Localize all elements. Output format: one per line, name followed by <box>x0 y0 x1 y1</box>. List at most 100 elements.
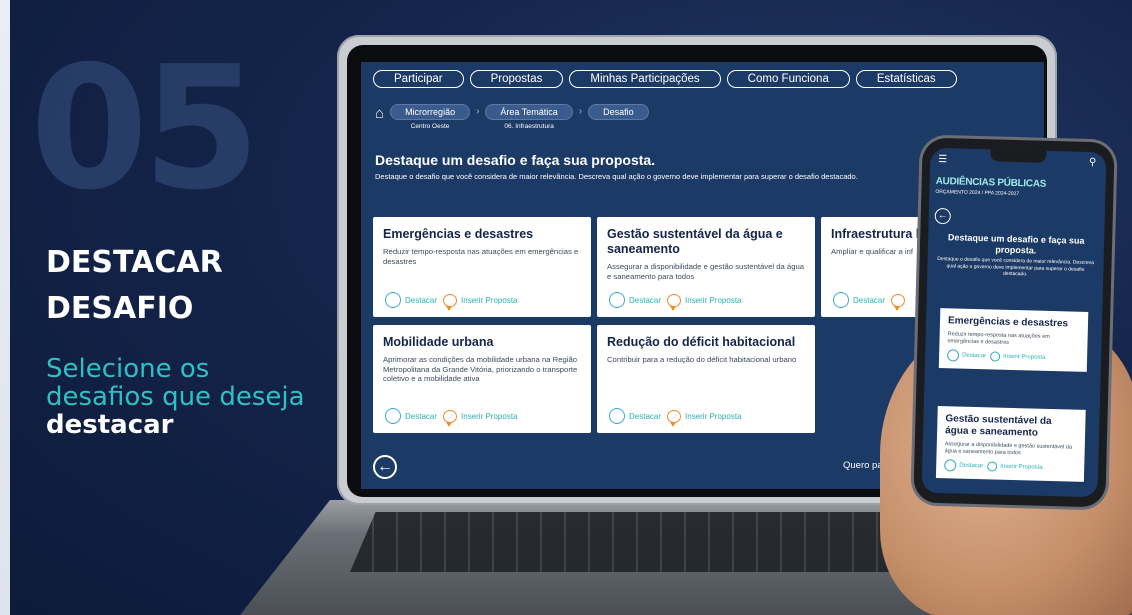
home-icon[interactable]: ⌂ <box>375 105 384 122</box>
slide-title-line2: DESAFIO <box>46 291 194 326</box>
slide-number: 05 <box>30 30 261 228</box>
card-title: Gestão sustentável da água e saneamento <box>607 227 783 256</box>
back-arrow-icon[interactable]: ← <box>934 207 951 225</box>
card-title: Redução do déficit habitacional <box>607 335 796 349</box>
slide-subtitle-bold: destacar <box>46 410 174 440</box>
nav-estatisticas[interactable]: Estatísticas <box>855 70 957 88</box>
nav-minhas-participacoes[interactable]: Minhas Participações <box>569 70 721 88</box>
insert-proposal-label: Inserir Proposta <box>1000 463 1043 471</box>
smartphone: ☰ ⚲ AUDIÊNCIAS PÚBLICAS ORÇAMENTO 2024 /… <box>913 137 1115 508</box>
speech-bubble-icon <box>667 409 682 427</box>
highlight-button[interactable]: Destacar <box>944 458 984 472</box>
card-actions: Destacar Inserir Proposta <box>385 408 518 427</box>
circle-icon <box>609 292 625 308</box>
phone-challenge-card: Emergências e desastres Reduzir tempo-re… <box>938 308 1089 372</box>
speech-bubble-icon <box>443 293 458 311</box>
speech-bubble-icon <box>667 293 682 311</box>
insert-proposal-label: Inserir Proposta <box>1003 353 1046 361</box>
circle-icon <box>385 292 401 308</box>
card-title: Emergências e desastres <box>383 227 534 241</box>
circle-icon <box>944 458 957 472</box>
highlight-button[interactable]: Destacar <box>385 408 437 424</box>
challenge-card: Gestão sustentável da água e saneamento … <box>597 217 815 317</box>
card-description: Aprimorar as condições da mobilidade urb… <box>383 355 578 383</box>
circle-icon <box>946 348 960 362</box>
card-actions: Destacar Inserir Proposta <box>385 292 518 311</box>
breadcrumb-label: Área Temática <box>485 104 573 120</box>
challenge-card: Emergências e desastres Reduzir tempo-re… <box>373 217 591 317</box>
page-title: Destaque um desafio e faça sua proposta. <box>375 152 656 168</box>
phone-screen: ☰ ⚲ AUDIÊNCIAS PÚBLICAS ORÇAMENTO 2024 /… <box>921 147 1107 498</box>
insert-proposal-button[interactable]: Inserir Proposta <box>667 409 742 427</box>
speech-bubble-icon <box>990 350 1001 362</box>
insert-proposal-button[interactable]: Inserir Proposta <box>667 293 742 311</box>
back-arrow-icon[interactable]: ← <box>373 455 397 479</box>
insert-proposal-button[interactable]: Inserir Proposta <box>443 409 518 427</box>
slide-title-line1: DESTACAR <box>46 245 223 280</box>
card-description: Assegurar a disponibilidade e gestão sus… <box>944 441 1073 457</box>
speech-bubble-icon <box>987 460 998 472</box>
card-description: Contribuir para a redução do déficit hab… <box>607 355 797 364</box>
highlight-button[interactable]: Destacar <box>946 348 987 362</box>
page-description: Destaque o desafio que você considera de… <box>375 172 858 181</box>
highlight-label: Destacar <box>405 411 438 421</box>
phone-page-description: Destaque o desafio que você considera de… <box>937 255 1095 278</box>
nav-participar[interactable]: Participar <box>373 70 464 88</box>
speech-bubble-icon <box>443 409 458 427</box>
breadcrumb-item-area-tematica[interactable]: Área Temática 06. Infraestrutura <box>485 104 573 130</box>
insert-proposal-button[interactable]: Inserir Proposta <box>443 293 518 311</box>
slide-title: DESTACAR DESAFIO <box>46 240 306 332</box>
challenge-card: Mobilidade urbana Aprimorar as condições… <box>373 325 591 433</box>
insert-proposal-label: Inserir Proposta <box>461 411 518 421</box>
phone-challenge-card: Gestão sustentável da água e saneamento … <box>935 406 1086 482</box>
breadcrumb-label: Desafio <box>588 104 649 120</box>
highlight-label: Destacar <box>853 295 886 305</box>
insert-proposal-label: Inserir Proposta <box>685 295 742 305</box>
highlight-label: Destacar <box>405 295 438 305</box>
chevron-right-icon: › <box>578 106 583 117</box>
breadcrumb-sublabel: Centro Oeste <box>410 123 450 130</box>
highlight-button[interactable]: Destacar <box>385 292 437 308</box>
card-actions: Destacar Inserir Proposta <box>609 408 742 427</box>
breadcrumb-item-microrregiao[interactable]: Microrregião Centro Oeste <box>390 104 471 130</box>
card-description: Assegurar a disponibilidade e gestão sus… <box>607 262 805 281</box>
circle-icon <box>833 292 849 308</box>
phone-page-title: Destaque um desafio e faça sua proposta. <box>947 232 1085 256</box>
challenge-card: Redução do déficit habitacional Contribu… <box>597 325 815 433</box>
circle-icon <box>385 408 401 424</box>
app-brand: AUDIÊNCIAS PÚBLICAS <box>935 175 1047 190</box>
insert-proposal-label: Inserir Proposta <box>685 411 742 421</box>
nav-como-funciona[interactable]: Como Funciona <box>726 70 850 88</box>
insert-proposal-button[interactable] <box>891 293 906 311</box>
chevron-right-icon: › <box>476 106 480 117</box>
nav-propostas[interactable]: Propostas <box>469 70 564 88</box>
highlight-button[interactable]: Destacar <box>609 292 661 308</box>
breadcrumb-label: Microrregião <box>390 104 471 120</box>
breadcrumb: ⌂ Microrregião Centro Oeste › Área Temát… <box>375 104 649 130</box>
menu-icon[interactable]: ☰ <box>938 154 947 165</box>
insert-proposal-label: Inserir Proposta <box>461 295 518 305</box>
card-actions: Destacar Inserir Proposta <box>609 292 742 311</box>
breadcrumb-item-desafio[interactable]: Desafio <box>588 104 649 120</box>
phone-notch <box>990 149 1047 163</box>
app-brand-subtitle: ORÇAMENTO 2024 / PPA 2024-2027 <box>935 188 1020 198</box>
circle-icon <box>609 408 625 424</box>
card-title: Gestão sustentável da água e saneamento <box>944 413 1052 439</box>
speech-bubble-icon <box>891 293 906 311</box>
card-actions: Destacar <box>833 292 906 311</box>
highlight-button[interactable]: Destacar <box>833 292 885 308</box>
slide-subtitle: Selecione os desafios que deseja destaca… <box>46 355 306 439</box>
insert-proposal-button[interactable]: Inserir Proposta <box>987 460 1043 472</box>
highlight-label: Destacar <box>629 411 662 421</box>
slide-subtitle-plain: Selecione os desafios que deseja <box>46 354 305 412</box>
highlight-label: Destacar <box>962 352 987 359</box>
insert-proposal-button[interactable]: Inserir Proposta <box>990 350 1046 362</box>
search-icon[interactable]: ⚲ <box>1089 157 1097 168</box>
highlight-label: Destacar <box>629 295 662 305</box>
card-description: Reduzir tempo-resposta nas atuações em e… <box>947 331 1050 346</box>
highlight-button[interactable]: Destacar <box>609 408 661 424</box>
highlight-label: Destacar <box>959 462 984 469</box>
breadcrumb-sublabel: 06. Infraestrutura <box>504 123 554 130</box>
card-actions: Destacar Inserir Proposta <box>944 458 1076 474</box>
card-description: Reduzir tempo-resposta nas atuações em e… <box>383 247 579 266</box>
